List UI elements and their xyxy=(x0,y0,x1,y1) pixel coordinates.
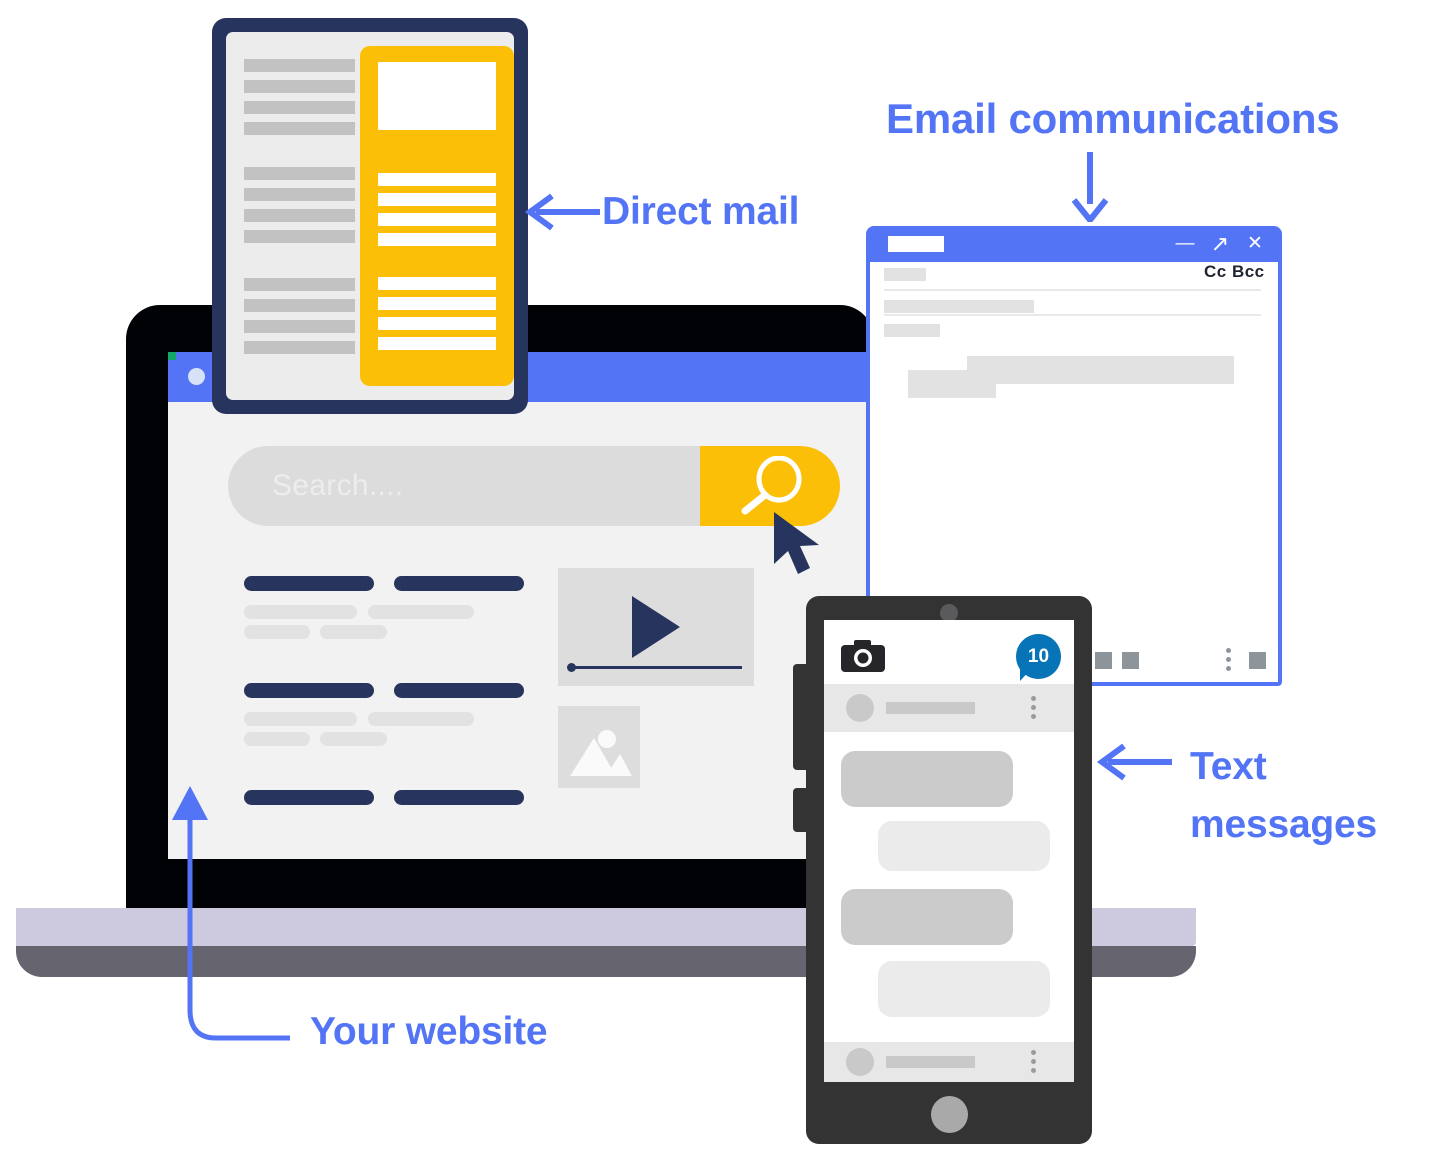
email-minimize-button[interactable]: — xyxy=(1172,226,1198,262)
mail-text-line xyxy=(244,341,355,354)
email-field-to xyxy=(884,268,926,281)
mail-panel-line xyxy=(378,337,496,350)
mail-text-line xyxy=(244,80,355,93)
mail-panel-line xyxy=(378,297,496,310)
mail-text-line xyxy=(244,299,355,312)
contact-name-placeholder xyxy=(886,1056,975,1068)
video-progress-handle[interactable] xyxy=(567,663,576,672)
left-arrow-icon xyxy=(524,193,600,231)
content-text-line xyxy=(244,605,357,619)
image-placeholder-icon xyxy=(558,706,640,788)
content-heading-bar xyxy=(244,576,374,591)
contact-row[interactable] xyxy=(824,684,1074,732)
mail-text-line xyxy=(244,167,355,180)
email-field-divider xyxy=(884,289,1261,291)
mail-panel-line xyxy=(378,193,496,206)
content-heading-bar xyxy=(394,790,524,805)
email-expand-button[interactable]: ↗ xyxy=(1207,226,1233,262)
video-progress-track[interactable] xyxy=(570,666,742,669)
mail-text-line xyxy=(244,320,355,333)
more-vertical-icon[interactable] xyxy=(1031,1050,1036,1074)
curved-up-arrow-icon xyxy=(172,786,290,1041)
mail-text-line xyxy=(244,122,355,135)
mail-panel-image xyxy=(378,62,496,130)
content-text-line xyxy=(244,712,357,726)
message-bubble-outgoing xyxy=(878,821,1050,871)
down-arrow-icon xyxy=(1071,152,1109,222)
content-heading-bar xyxy=(244,683,374,698)
magnifier-icon xyxy=(733,455,813,518)
content-text-line xyxy=(244,732,310,746)
content-text-line xyxy=(320,732,387,746)
phone-volume-button[interactable] xyxy=(793,664,807,770)
annotation-label-text-messages: Text messages xyxy=(1190,738,1377,854)
play-triangle-icon[interactable] xyxy=(632,596,680,658)
email-more-vertical-icon[interactable] xyxy=(1226,648,1231,674)
email-footer-square-icon[interactable] xyxy=(1095,652,1112,669)
search-placeholder: Search.... xyxy=(272,469,404,502)
illustration-canvas: Search.... — ↗ ✕ Cc Bcc 10 Email communi… xyxy=(0,0,1430,1170)
video-player[interactable] xyxy=(558,568,754,686)
mail-panel-line xyxy=(378,317,496,330)
content-text-line xyxy=(368,605,474,619)
contact-row[interactable] xyxy=(824,1042,1074,1082)
email-body-line xyxy=(967,356,1234,370)
message-bubble-incoming xyxy=(841,751,1013,807)
mail-text-line xyxy=(244,101,355,114)
annotation-label-line2: messages xyxy=(1190,803,1378,846)
mail-text-line xyxy=(244,278,355,291)
mail-panel-line xyxy=(378,277,496,290)
annotation-label-line1: Text xyxy=(1190,745,1267,788)
annotation-label-direct-mail: Direct mail xyxy=(602,190,800,233)
content-heading-bar xyxy=(394,576,524,591)
unread-count-badge[interactable]: 10 xyxy=(1016,634,1061,679)
contact-name-placeholder xyxy=(886,702,975,714)
avatar xyxy=(846,1048,874,1076)
content-text-line xyxy=(320,625,387,639)
phone-power-button[interactable] xyxy=(793,788,807,832)
cc-bcc-label[interactable]: Cc Bcc xyxy=(1204,262,1265,282)
left-arrow-icon xyxy=(1096,743,1172,781)
content-text-line xyxy=(368,712,474,726)
annotation-label-email: Email communications xyxy=(886,95,1340,142)
email-body-line xyxy=(908,370,1234,384)
mail-text-line xyxy=(244,59,355,72)
email-field-greeting xyxy=(884,324,940,337)
email-window-title-block xyxy=(888,236,944,252)
email-footer-square-icon[interactable] xyxy=(1122,652,1139,669)
mail-text-line xyxy=(244,230,355,243)
window-dot-icon xyxy=(188,368,205,385)
camera-icon[interactable] xyxy=(841,640,885,672)
message-bubble-incoming xyxy=(841,889,1013,945)
email-footer-square-icon[interactable] xyxy=(1249,652,1266,669)
email-field-subject xyxy=(884,300,1034,313)
email-close-button[interactable]: ✕ xyxy=(1242,226,1268,262)
mail-text-line xyxy=(244,188,355,201)
mail-panel-line xyxy=(378,213,496,226)
content-text-line xyxy=(244,625,310,639)
email-field-divider xyxy=(884,314,1261,316)
more-vertical-icon[interactable] xyxy=(1031,696,1036,720)
mail-panel-line xyxy=(378,173,496,186)
home-button[interactable] xyxy=(931,1096,968,1133)
mail-text-line xyxy=(244,209,355,222)
annotation-label-your-website: Your website xyxy=(310,1010,548,1053)
message-bubble-outgoing xyxy=(878,961,1050,1017)
avatar xyxy=(846,694,874,722)
cursor-arrow-icon xyxy=(772,512,834,580)
mail-panel-line xyxy=(378,233,496,246)
search-row: Search.... xyxy=(228,446,840,526)
email-body-line xyxy=(908,384,996,398)
titlebar-accent xyxy=(168,352,176,360)
content-heading-bar xyxy=(394,683,524,698)
